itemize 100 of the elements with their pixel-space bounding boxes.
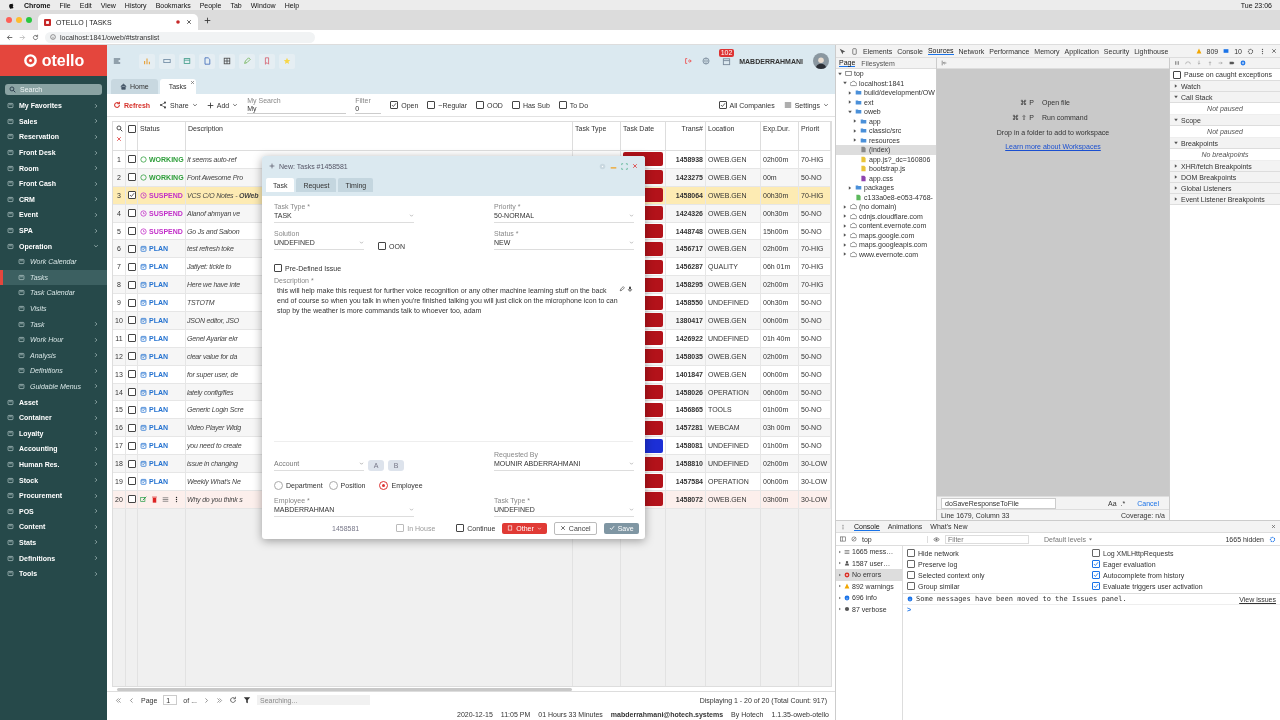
module-icon bbox=[7, 242, 14, 250]
logo-text: otello bbox=[41, 51, 85, 70]
search-icon[interactable] bbox=[115, 125, 123, 132]
checkbox[interactable] bbox=[127, 262, 136, 271]
checkbox[interactable] bbox=[1092, 582, 1100, 590]
pause-icon[interactable] bbox=[1174, 60, 1180, 66]
checkbox[interactable] bbox=[127, 155, 136, 164]
calendar-icon[interactable] bbox=[722, 56, 732, 66]
clock-icon bbox=[140, 191, 147, 199]
checkbox[interactable] bbox=[127, 316, 136, 325]
next-page-icon[interactable] bbox=[203, 696, 210, 704]
list-icon[interactable] bbox=[162, 495, 169, 503]
checkbox[interactable] bbox=[390, 101, 399, 109]
checkbox[interactable] bbox=[127, 370, 136, 379]
checkbox[interactable] bbox=[1092, 571, 1100, 579]
trash-icon[interactable] bbox=[151, 495, 158, 503]
checkbox[interactable] bbox=[274, 264, 282, 272]
checkbox[interactable] bbox=[127, 459, 136, 468]
close-icon[interactable] bbox=[1271, 524, 1276, 529]
refresh-icon[interactable] bbox=[229, 696, 237, 704]
edit-icon[interactable] bbox=[619, 286, 625, 292]
clear-filter-icon[interactable] bbox=[116, 136, 122, 142]
checkbox[interactable] bbox=[427, 101, 436, 109]
checkbox[interactable] bbox=[127, 227, 136, 235]
filter-icon[interactable] bbox=[243, 696, 251, 704]
inspect-icon[interactable] bbox=[839, 47, 846, 55]
close-icon[interactable] bbox=[189, 80, 195, 85]
module-icon bbox=[7, 117, 14, 125]
module-icon bbox=[18, 367, 25, 375]
checkbox[interactable] bbox=[511, 101, 520, 109]
module-icon bbox=[18, 258, 25, 266]
edit-icon[interactable] bbox=[140, 495, 147, 503]
toolbar-button[interactable] bbox=[179, 53, 195, 69]
checkbox[interactable] bbox=[1092, 560, 1100, 568]
new-tab-icon[interactable] bbox=[204, 16, 211, 24]
checkbox[interactable] bbox=[127, 334, 136, 343]
checkbox[interactable] bbox=[907, 571, 915, 579]
microphone-icon[interactable] bbox=[627, 286, 633, 292]
checkbox[interactable] bbox=[127, 477, 136, 486]
circle-icon bbox=[140, 173, 147, 181]
settings-icon[interactable] bbox=[1247, 47, 1254, 55]
checkbox[interactable] bbox=[127, 388, 136, 396]
radio-button[interactable] bbox=[328, 481, 338, 490]
caret-icon bbox=[359, 461, 364, 466]
first-page-icon[interactable] bbox=[115, 696, 122, 704]
logout-icon[interactable] bbox=[684, 57, 693, 65]
checkbox[interactable] bbox=[907, 549, 915, 557]
checkbox[interactable] bbox=[127, 280, 136, 289]
globe-icon[interactable] bbox=[702, 57, 711, 65]
previous-page-icon[interactable] bbox=[128, 696, 135, 704]
checkbox[interactable] bbox=[127, 423, 136, 432]
toolbar-button[interactable] bbox=[159, 53, 175, 69]
checkbox[interactable] bbox=[718, 101, 727, 109]
checkbox[interactable] bbox=[127, 352, 136, 361]
clear-console-icon[interactable] bbox=[851, 536, 857, 542]
info-icon bbox=[907, 596, 913, 602]
checkbox[interactable] bbox=[127, 191, 136, 200]
scrollbar-thumb[interactable] bbox=[117, 687, 572, 691]
checkbox[interactable] bbox=[907, 560, 915, 568]
checkbox[interactable] bbox=[127, 495, 136, 504]
avatar[interactable] bbox=[813, 53, 829, 69]
device-icon[interactable] bbox=[851, 47, 858, 55]
deactivate-breakpoints-icon[interactable] bbox=[1229, 60, 1235, 66]
checkbox[interactable] bbox=[907, 582, 915, 590]
reload-icon[interactable] bbox=[32, 33, 39, 41]
sidebar-toggle-icon[interactable] bbox=[941, 60, 947, 66]
checkbox[interactable] bbox=[378, 242, 386, 250]
checkbox[interactable] bbox=[1173, 70, 1181, 79]
radio-button[interactable] bbox=[379, 481, 389, 490]
settings-icon[interactable] bbox=[1269, 535, 1276, 543]
toolbar-button[interactable] bbox=[219, 53, 235, 69]
toolbar-button[interactable] bbox=[199, 53, 215, 69]
toolbar-button[interactable] bbox=[259, 53, 275, 69]
eye-icon[interactable] bbox=[933, 535, 940, 543]
pause-exceptions-icon[interactable] bbox=[1240, 60, 1246, 66]
sidebar-icon[interactable] bbox=[840, 536, 846, 542]
close-icon[interactable] bbox=[1271, 48, 1277, 54]
checkbox[interactable] bbox=[558, 101, 567, 109]
more-icon[interactable] bbox=[173, 495, 180, 503]
checkbox[interactable] bbox=[127, 441, 136, 450]
checkbox[interactable] bbox=[127, 244, 136, 253]
module-icon bbox=[7, 554, 14, 562]
calendar-icon bbox=[140, 424, 147, 432]
checkbox[interactable] bbox=[475, 101, 484, 109]
checkbox[interactable] bbox=[127, 209, 136, 218]
checkbox[interactable] bbox=[456, 524, 465, 532]
last-page-icon[interactable] bbox=[216, 696, 223, 704]
refresh-icon bbox=[113, 101, 121, 109]
back-icon[interactable] bbox=[6, 33, 13, 41]
close-icon[interactable] bbox=[632, 163, 638, 169]
more-icon[interactable] bbox=[1259, 47, 1266, 55]
checkbox[interactable] bbox=[127, 298, 136, 307]
module-icon bbox=[7, 570, 14, 578]
checkbox[interactable] bbox=[127, 405, 136, 414]
checkbox[interactable] bbox=[127, 173, 136, 182]
close-icon[interactable] bbox=[186, 19, 192, 25]
checkbox[interactable] bbox=[1092, 549, 1100, 557]
select-all-checkbox[interactable] bbox=[127, 125, 136, 133]
radio-button[interactable] bbox=[274, 481, 283, 490]
caret-icon bbox=[1088, 536, 1094, 542]
